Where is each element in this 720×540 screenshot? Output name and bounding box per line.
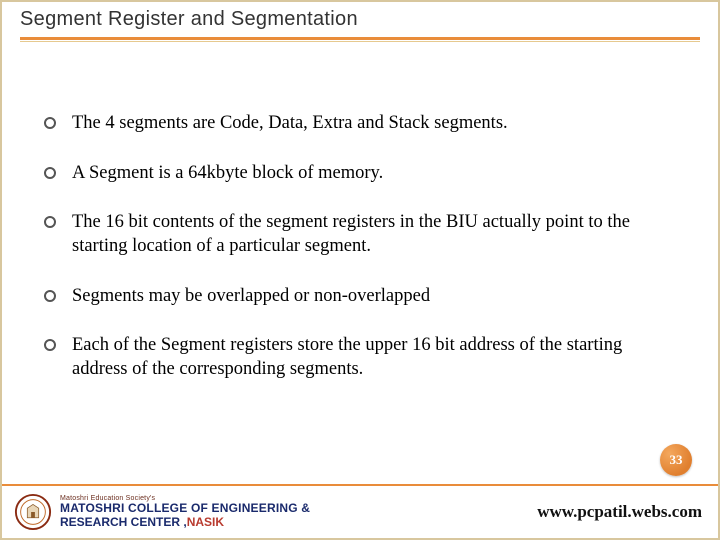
page-number-badge: 33 (660, 444, 692, 476)
institution-center: RESEARCH CENTER , (60, 515, 187, 529)
page-number: 33 (670, 452, 683, 468)
institution-logo (14, 493, 52, 531)
bullet-text: Segments may be overlapped or non-overla… (72, 286, 430, 306)
list-item: Each of the Segment registers store the … (44, 334, 676, 381)
bullet-icon (44, 290, 56, 302)
list-item: The 16 bit contents of the segment regis… (44, 211, 676, 258)
list-item: A Segment is a 64kbyte block of memory. (44, 162, 676, 186)
bullet-text: The 4 segments are Code, Data, Extra and… (72, 113, 508, 133)
bullet-icon (44, 117, 56, 129)
institution-block: Matoshri Education Society's MATOSHRI CO… (60, 495, 310, 530)
list-item: Segments may be overlapped or non-overla… (44, 285, 676, 309)
bullet-icon (44, 216, 56, 228)
slide-footer: Matoshri Education Society's MATOSHRI CO… (2, 486, 718, 538)
institution-name-line2: RESEARCH CENTER ,NASIK (60, 516, 310, 529)
bullet-list: The 4 segments are Code, Data, Extra and… (44, 112, 676, 382)
title-underline (20, 37, 700, 40)
bullet-text: Each of the Segment registers store the … (72, 335, 622, 379)
footer-url: www.pcpatil.webs.com (537, 502, 702, 522)
bullet-icon (44, 339, 56, 351)
slide-title-bar: Segment Register and Segmentation (2, 2, 718, 35)
institution-location: NASIK (187, 515, 224, 529)
bullet-icon (44, 167, 56, 179)
institution-name-line1: MATOSHRI COLLEGE OF ENGINEERING & (60, 502, 310, 515)
slide-title: Segment Register and Segmentation (20, 8, 700, 31)
slide-body: The 4 segments are Code, Data, Extra and… (2, 42, 718, 382)
bullet-text: A Segment is a 64kbyte block of memory. (72, 163, 383, 183)
list-item: The 4 segments are Code, Data, Extra and… (44, 112, 676, 136)
bullet-text: The 16 bit contents of the segment regis… (72, 212, 630, 256)
